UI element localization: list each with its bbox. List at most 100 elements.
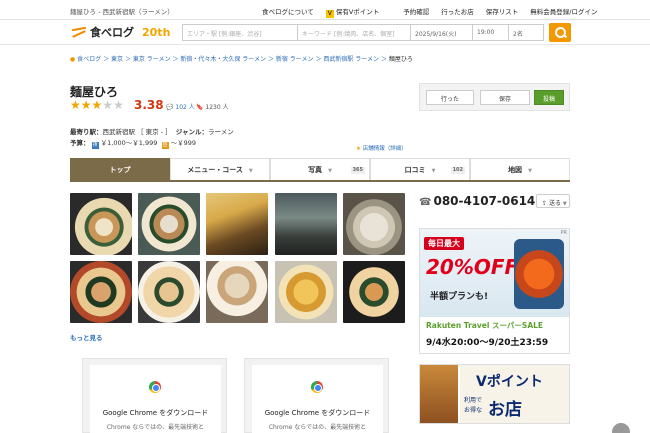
tab-top[interactable]: トップ	[70, 158, 170, 180]
star-icon: ★	[80, 98, 92, 112]
share-icon: ⇪	[542, 200, 548, 207]
star-icon: ★	[91, 98, 103, 112]
breadcrumb-item[interactable]: 食べログ	[77, 56, 101, 63]
save-count: 🔖 1230 人	[196, 104, 229, 111]
tab-reviews[interactable]: 口コミ ▼ 102	[370, 158, 470, 180]
people-select[interactable]: 2名	[508, 24, 544, 41]
keyword-search-input[interactable]: キーワード [例:焼肉、店名、個室]	[297, 24, 411, 41]
breadcrumb-item[interactable]: 新宿・代々木・大久保 ラーメン	[180, 56, 266, 63]
photo-thumbnail[interactable]	[343, 193, 405, 255]
rating-score: 3.38	[134, 98, 164, 112]
link-reservations[interactable]: 予約確認	[403, 6, 429, 18]
star-icon: ★	[70, 98, 81, 112]
breadcrumb-item[interactable]: 東京	[111, 56, 123, 63]
ad-text: お得な	[464, 407, 483, 414]
chrome-icon	[311, 381, 323, 393]
restaurant-budget: 予算： 夜 ￥1,000～￥1,999 昼 ～￥999	[70, 139, 197, 149]
genre-link[interactable]: ラーメン	[208, 128, 234, 136]
action-box: 行った 保存 投稿	[419, 83, 570, 111]
logo-text: 食べログ	[90, 26, 134, 39]
tabelog-logo[interactable]: 食べログ 20th	[70, 23, 170, 41]
photo-thumbnail[interactable]	[138, 193, 200, 255]
ad-text: 毎日最大	[424, 237, 464, 250]
ad-text: 9/4水20:00～9/20土23:59	[426, 338, 549, 348]
date-select[interactable]: 2025/9/16(火)	[410, 24, 473, 41]
chevron-down-icon: ▼	[328, 168, 332, 174]
breadcrumb: ● 食べログ ＞ 東京 ＞ 東京 ラーメン ＞ 新宿・代々木・大久保 ラーメン …	[70, 56, 413, 63]
google-ad[interactable]: Google Chrome をダウンロード Chrome ならではの、最先端技術…	[82, 358, 227, 433]
ad-subtitle: Chrome ならではの、最先端技術と	[268, 424, 367, 431]
link-saved-list[interactable]: 保存リスト	[486, 6, 519, 18]
bookmark-icon: 🔖	[196, 104, 204, 111]
ad-title: Google Chrome をダウンロード	[264, 409, 371, 417]
ad-food-image	[514, 239, 564, 309]
photo-thumbnail[interactable]	[138, 261, 200, 323]
ad-text: 20%OFF	[426, 255, 519, 279]
link-about[interactable]: 食べログについて	[262, 6, 314, 18]
station-link[interactable]: 西武新宿駅	[103, 128, 136, 136]
ad-text: 利用で	[464, 397, 483, 404]
photo-thumbnail[interactable]	[275, 193, 337, 255]
save-button[interactable]: 保存	[480, 90, 530, 105]
tab-photos[interactable]: 写真 ▼ 365	[270, 158, 370, 180]
google-ad[interactable]: Google Chrome をダウンロード Chrome ならではの、最先端技術…	[244, 358, 389, 433]
info-icon: ★	[356, 146, 361, 152]
link-vpoint[interactable]: V 保有Vポイント	[325, 6, 391, 18]
photo-thumbnail[interactable]	[70, 261, 132, 323]
chrome-icon	[149, 381, 161, 393]
vpoint-ad[interactable]: Vポイント 利用で お得な お店	[419, 364, 570, 424]
photo-thumbnail[interactable]	[343, 261, 405, 323]
chevron-down-icon: ▼	[431, 168, 436, 174]
phone-icon: ☎	[419, 197, 432, 208]
page-breadcrumb-title: 麺屋ひろ - 西武新宿駅（ラーメン）	[70, 8, 174, 16]
went-button[interactable]: 行った	[426, 90, 474, 105]
pr-badge: PR	[560, 230, 568, 236]
ad-footer: Rakuten Travel スーパーSALE 9/4水20:00～9/20土2…	[420, 317, 569, 353]
breadcrumb-item[interactable]: 東京 ラーメン	[133, 56, 171, 63]
scroll-to-top-button[interactable]	[612, 423, 630, 433]
star-empty-icon: ★	[102, 98, 114, 112]
comment-icon: 💬	[166, 104, 174, 111]
google-ad-card: Google Chrome をダウンロード Chrome ならではの、最先端技術…	[90, 365, 221, 433]
restaurant-tabs: トップ メニュー・コース ▼ 写真 ▼ 365 口コミ ▼ 102 地図 ▼	[70, 158, 570, 182]
home-icon: ●	[70, 56, 76, 63]
search-button[interactable]	[549, 23, 571, 42]
send-button[interactable]: ⇪ 送る ▼	[536, 194, 570, 208]
photo-thumbnail[interactable]	[275, 261, 337, 323]
area-search-input[interactable]: エリア・駅 [例:銀座、渋谷]	[182, 24, 298, 41]
time-select[interactable]: 19:00	[472, 24, 509, 41]
link-login[interactable]: 無料会員登録/ログイン	[530, 6, 597, 18]
top-links: 食べログについて V 保有Vポイント 予約確認 行ったお店 保存リスト 無料会員登…	[262, 6, 609, 18]
ad-text: Vポイント	[476, 374, 543, 390]
phone-number: ☎ 080-4107-0614	[419, 194, 536, 208]
vpoint-icon: V	[325, 10, 334, 18]
link-visited[interactable]: 行ったお店	[441, 6, 474, 18]
ad-text: 半額プランも!	[430, 292, 489, 302]
more-photos-link[interactable]: もっと見る	[70, 332, 103, 342]
chevron-down-icon: ▼	[248, 168, 253, 174]
store-info-link[interactable]: ★ 店舗情報（詳細）	[356, 144, 407, 152]
photo-thumbnail[interactable]	[206, 193, 268, 255]
chevron-down-icon: ▼	[528, 168, 532, 174]
chopsticks-icon	[70, 25, 88, 39]
top-utility-bar: 麺屋ひろ - 西武新宿駅（ラーメン） 食べログについて V 保有Vポイント 予約確…	[0, 0, 650, 20]
google-ad-card: Google Chrome をダウンロード Chrome ならではの、最先端技術…	[252, 365, 383, 433]
lunch-icon: 昼	[161, 142, 169, 149]
photo-thumbnail[interactable]	[70, 193, 132, 255]
restaurant-info: 最寄り駅：西武新宿駅 ［ 東京 - ］ ジャンル：ラーメン	[70, 128, 234, 136]
tab-map[interactable]: 地図 ▼	[470, 158, 570, 180]
tab-menu[interactable]: メニュー・コース ▼	[170, 158, 270, 180]
review-count[interactable]: 💬 102 人	[166, 102, 195, 111]
anniversary-badge: 20th	[142, 25, 171, 39]
rakuten-travel-ad[interactable]: 毎日最大 20%OFF 半額プランも! PR Rakuten Travel スー…	[419, 228, 570, 354]
photo-thumbnail[interactable]	[206, 261, 268, 323]
dinner-icon: 夜	[91, 142, 99, 149]
breadcrumb-item[interactable]: 西武新宿駅 ラーメン	[323, 56, 379, 63]
ad-title: Google Chrome をダウンロード	[102, 409, 209, 417]
breadcrumb-current: 麺屋ひろ	[388, 56, 413, 63]
breadcrumb-item[interactable]: 新宿 ラーメン	[276, 56, 314, 63]
post-button[interactable]: 投稿	[534, 90, 564, 105]
ad-food-image	[420, 365, 458, 423]
site-header: 食べログ 20th エリア・駅 [例:銀座、渋谷] キーワード [例:焼肉、店名…	[0, 20, 650, 45]
ad-text: お店	[488, 400, 522, 420]
